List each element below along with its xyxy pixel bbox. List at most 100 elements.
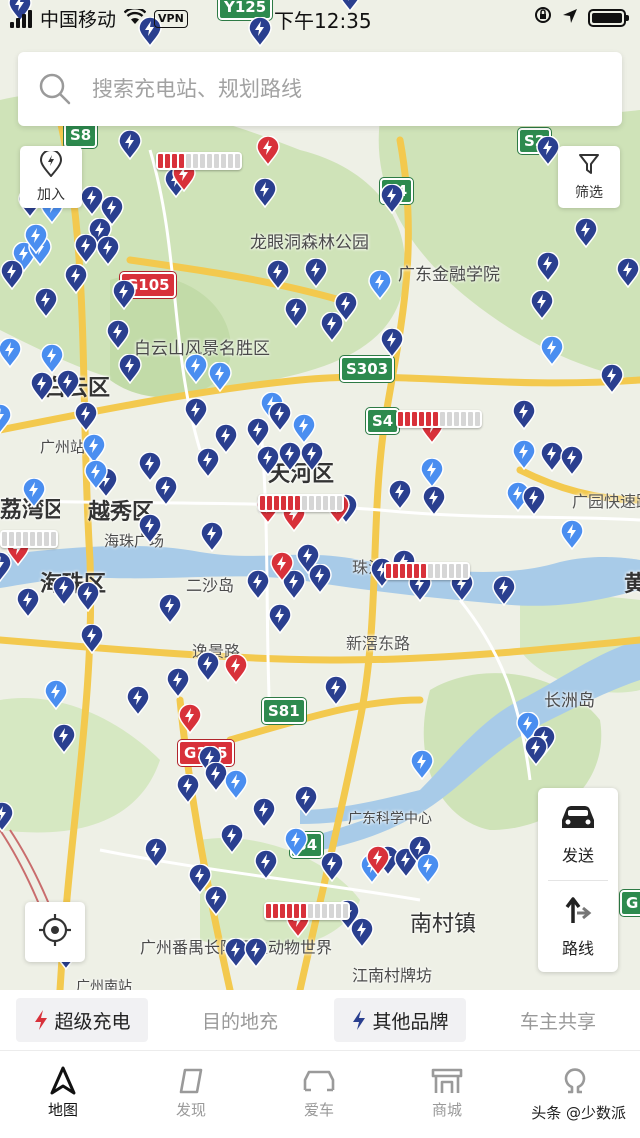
- charging-station-pin[interactable]: [200, 521, 224, 553]
- charging-station-pin[interactable]: [166, 667, 190, 699]
- charging-station-pin[interactable]: [154, 475, 178, 507]
- charging-station-pin[interactable]: [96, 235, 120, 267]
- charging-station-pin[interactable]: [292, 413, 316, 445]
- charging-station-pin[interactable]: [266, 259, 290, 291]
- charging-station-pin[interactable]: [118, 353, 142, 385]
- charging-station-pin[interactable]: [0, 403, 12, 435]
- charging-station-pin[interactable]: [246, 417, 270, 449]
- charging-station-pin[interactable]: [24, 223, 48, 255]
- charging-station-pin[interactable]: [52, 575, 76, 607]
- charging-station-pin[interactable]: [574, 217, 598, 249]
- charging-station-pin[interactable]: [76, 581, 100, 613]
- add-station-button[interactable]: 加入: [20, 146, 82, 208]
- tab-map[interactable]: 地图: [18, 1063, 108, 1120]
- charging-station-pin[interactable]: [44, 679, 68, 711]
- charging-station-pin[interactable]: [106, 319, 130, 351]
- charging-station-pin[interactable]: [204, 885, 228, 917]
- charging-station-pin[interactable]: [304, 257, 328, 289]
- charging-station-pin[interactable]: [324, 675, 348, 707]
- charging-station-pin[interactable]: [16, 587, 40, 619]
- charging-station-pin[interactable]: [380, 327, 404, 359]
- charging-station-pin[interactable]: [300, 441, 324, 473]
- charging-station-pin[interactable]: [512, 399, 536, 431]
- charging-station-pin[interactable]: [126, 685, 150, 717]
- supercharger-pin[interactable]: [366, 845, 390, 877]
- charging-station-pin[interactable]: [176, 773, 200, 805]
- charging-station-pin[interactable]: [0, 801, 14, 833]
- charging-station-pin[interactable]: [416, 853, 440, 885]
- charging-station-pin[interactable]: [308, 563, 332, 595]
- charging-station-pin[interactable]: [34, 287, 58, 319]
- tab-car[interactable]: 爱车: [274, 1063, 364, 1120]
- search-input[interactable]: [92, 77, 572, 101]
- charging-station-pin[interactable]: [524, 735, 548, 767]
- charging-station-pin[interactable]: [22, 477, 46, 509]
- charging-station-pin[interactable]: [278, 441, 302, 473]
- charging-station-pin[interactable]: [540, 335, 564, 367]
- supercharger-pin[interactable]: [224, 653, 248, 685]
- charging-station-pin[interactable]: [52, 723, 76, 755]
- filter-owner-share[interactable]: 车主共享: [498, 998, 618, 1042]
- charging-station-pin[interactable]: [196, 651, 220, 683]
- charging-station-pin[interactable]: [208, 361, 232, 393]
- charging-station-pin[interactable]: [422, 485, 446, 517]
- charging-station-pin[interactable]: [184, 353, 208, 385]
- charging-station-pin[interactable]: [268, 603, 292, 635]
- charging-station-pin[interactable]: [268, 401, 292, 433]
- charging-station-pin[interactable]: [253, 177, 277, 209]
- charging-station-pin[interactable]: [256, 445, 280, 477]
- charging-station-pin[interactable]: [492, 575, 516, 607]
- charging-station-pin[interactable]: [284, 297, 308, 329]
- filter-other-brands[interactable]: 其他品牌: [334, 998, 466, 1042]
- charging-station-pin[interactable]: [252, 797, 276, 829]
- locate-me-button[interactable]: [25, 902, 85, 962]
- supercharger-pin[interactable]: [270, 551, 294, 583]
- charging-station-pin[interactable]: [64, 263, 88, 295]
- tab-discover[interactable]: 发现: [146, 1063, 236, 1120]
- charging-station-pin[interactable]: [158, 593, 182, 625]
- charging-station-pin[interactable]: [224, 769, 248, 801]
- charging-station-pin[interactable]: [74, 401, 98, 433]
- route-button[interactable]: 路线: [538, 881, 618, 973]
- charging-station-pin[interactable]: [380, 183, 404, 215]
- charging-station-pin[interactable]: [616, 257, 640, 289]
- charging-station-pin[interactable]: [410, 749, 434, 781]
- charging-station-pin[interactable]: [56, 369, 80, 401]
- charging-station-pin[interactable]: [0, 259, 24, 291]
- filter-destination[interactable]: 目的地充: [180, 998, 300, 1042]
- charging-station-pin[interactable]: [420, 457, 444, 489]
- charging-station-pin[interactable]: [84, 459, 108, 491]
- charging-station-pin[interactable]: [388, 479, 412, 511]
- supercharger-pin[interactable]: [178, 703, 202, 735]
- charging-station-pin[interactable]: [184, 397, 208, 429]
- charging-station-pin[interactable]: [522, 485, 546, 517]
- charging-station-pin[interactable]: [138, 513, 162, 545]
- filter-button[interactable]: 筛选: [558, 146, 620, 208]
- charging-station-pin[interactable]: [560, 519, 584, 551]
- charging-station-pin[interactable]: [144, 837, 168, 869]
- tab-shop[interactable]: 商城: [402, 1063, 492, 1120]
- charging-station-pin[interactable]: [196, 447, 220, 479]
- charging-station-pin[interactable]: [512, 439, 536, 471]
- charging-station-pin[interactable]: [0, 551, 12, 583]
- search-bar[interactable]: [18, 52, 622, 126]
- charging-station-pin[interactable]: [220, 823, 244, 855]
- charging-station-pin[interactable]: [246, 569, 270, 601]
- charging-station-pin[interactable]: [284, 827, 308, 859]
- send-to-car-button[interactable]: 发送: [538, 788, 618, 880]
- charging-station-pin[interactable]: [112, 279, 136, 311]
- charging-station-pin[interactable]: [530, 289, 554, 321]
- charging-station-pin[interactable]: [560, 445, 584, 477]
- charging-station-pin[interactable]: [368, 269, 392, 301]
- charging-station-pin[interactable]: [294, 785, 318, 817]
- charging-station-pin[interactable]: [536, 135, 560, 167]
- charging-station-pin[interactable]: [80, 623, 104, 655]
- charging-station-pin[interactable]: [350, 917, 374, 949]
- tab-profile[interactable]: [530, 1063, 620, 1099]
- charging-station-pin[interactable]: [74, 233, 98, 265]
- supercharger-pin[interactable]: [256, 135, 280, 167]
- charging-station-pin[interactable]: [320, 851, 344, 883]
- charging-station-pin[interactable]: [30, 371, 54, 403]
- charging-station-pin[interactable]: [536, 251, 560, 283]
- filter-supercharger[interactable]: 超级充电: [16, 998, 148, 1042]
